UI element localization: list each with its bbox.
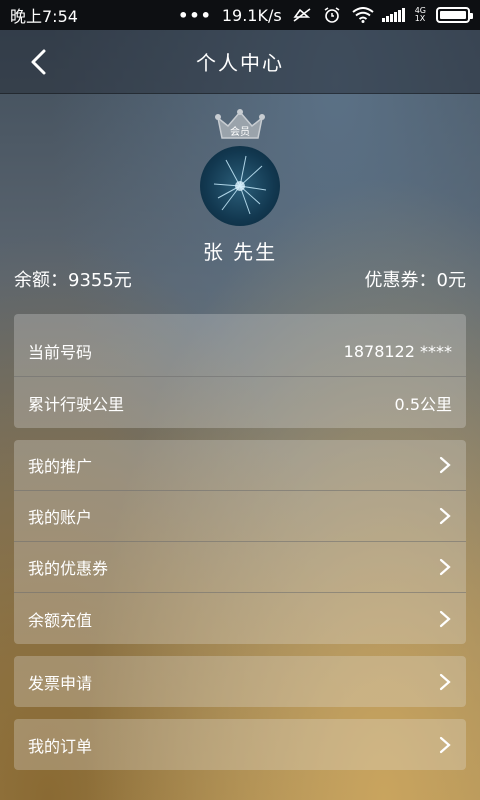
menu-item-invoice[interactable]: 发票申请 (14, 656, 466, 707)
chevron-right-icon (439, 736, 451, 753)
back-button[interactable] (26, 48, 54, 76)
coupon-total-text: 优惠券：0元 (364, 270, 466, 291)
mileage-label: 累计行驶公里 (28, 394, 125, 414)
menu-group-invoice: 发票申请 (14, 656, 466, 707)
network-speed: 19.1K/s (221, 5, 282, 25)
menu-group-orders: 我的订单 (14, 719, 466, 770)
menu-item-account[interactable]: 我的账户 (14, 491, 466, 542)
signal-icon (381, 8, 405, 22)
page-title: 个人中心 (196, 51, 284, 75)
chevron-left-icon (31, 49, 46, 75)
chevron-right-icon (439, 507, 451, 525)
menu-group-account: 我的推广 我的账户 我的优惠券 余额充值 (14, 440, 466, 644)
menu-item-label: 发票申请 (28, 673, 93, 693)
status-icons: ••• 19.1K/s 4G 1X (178, 5, 473, 25)
chevron-right-icon (439, 610, 451, 627)
status-time: 晚上7:54 (10, 7, 78, 26)
network-type: 4G 1X (414, 6, 426, 23)
phone-number-label: 当前号码 (28, 343, 93, 362)
chevron-right-icon (439, 673, 451, 690)
menu-item-promotion[interactable]: 我的推广 (14, 440, 466, 491)
user-name: 张 先生 (202, 240, 278, 264)
avatar[interactable] (200, 146, 280, 226)
menu-item-orders[interactable]: 我的订单 (14, 719, 466, 770)
chevron-right-icon (439, 558, 451, 576)
mileage-value: 0.5公里 (394, 394, 452, 414)
vip-badge-label: 会员 (230, 125, 250, 138)
battery-icon (436, 7, 473, 23)
menu-item-recharge[interactable]: 余额充值 (14, 593, 466, 644)
vip-crown-icon: 会员 (215, 109, 265, 139)
title-bar: 个人中心 (0, 30, 480, 94)
menu-item-label: 我的优惠券 (28, 559, 109, 578)
menu-item-label: 余额充值 (28, 610, 93, 630)
phone-number-row: 当前号码 1878122 **** (14, 326, 466, 377)
menu-item-label: 我的账户 (28, 508, 93, 527)
avatar-image (213, 155, 267, 215)
menu-item-label: 我的推广 (28, 457, 93, 476)
profile-section: 会员 张 先生 (0, 94, 480, 264)
status-bar: 晚上7:54 ••• 19.1K/s 4G 1X (0, 0, 480, 30)
menu-item-coupons[interactable]: 我的优惠券 (14, 542, 466, 593)
mileage-row: 累计行驶公里 0.5公里 (14, 377, 466, 428)
phone-number-value: 1878122 **** (343, 341, 452, 361)
chevron-right-icon (439, 456, 451, 474)
balance-text: 余额：9355元 (14, 270, 132, 291)
mute-icon (292, 7, 312, 23)
info-group: 当前号码 1878122 **** 累计行驶公里 0.5公里 (14, 314, 466, 428)
wifi-icon (352, 7, 374, 23)
alarm-icon (322, 7, 342, 23)
menu-item-label: 我的订单 (28, 736, 93, 756)
notification-dots: ••• (178, 5, 212, 25)
account-summary: 余额：9355元 优惠券：0元 (0, 262, 480, 296)
